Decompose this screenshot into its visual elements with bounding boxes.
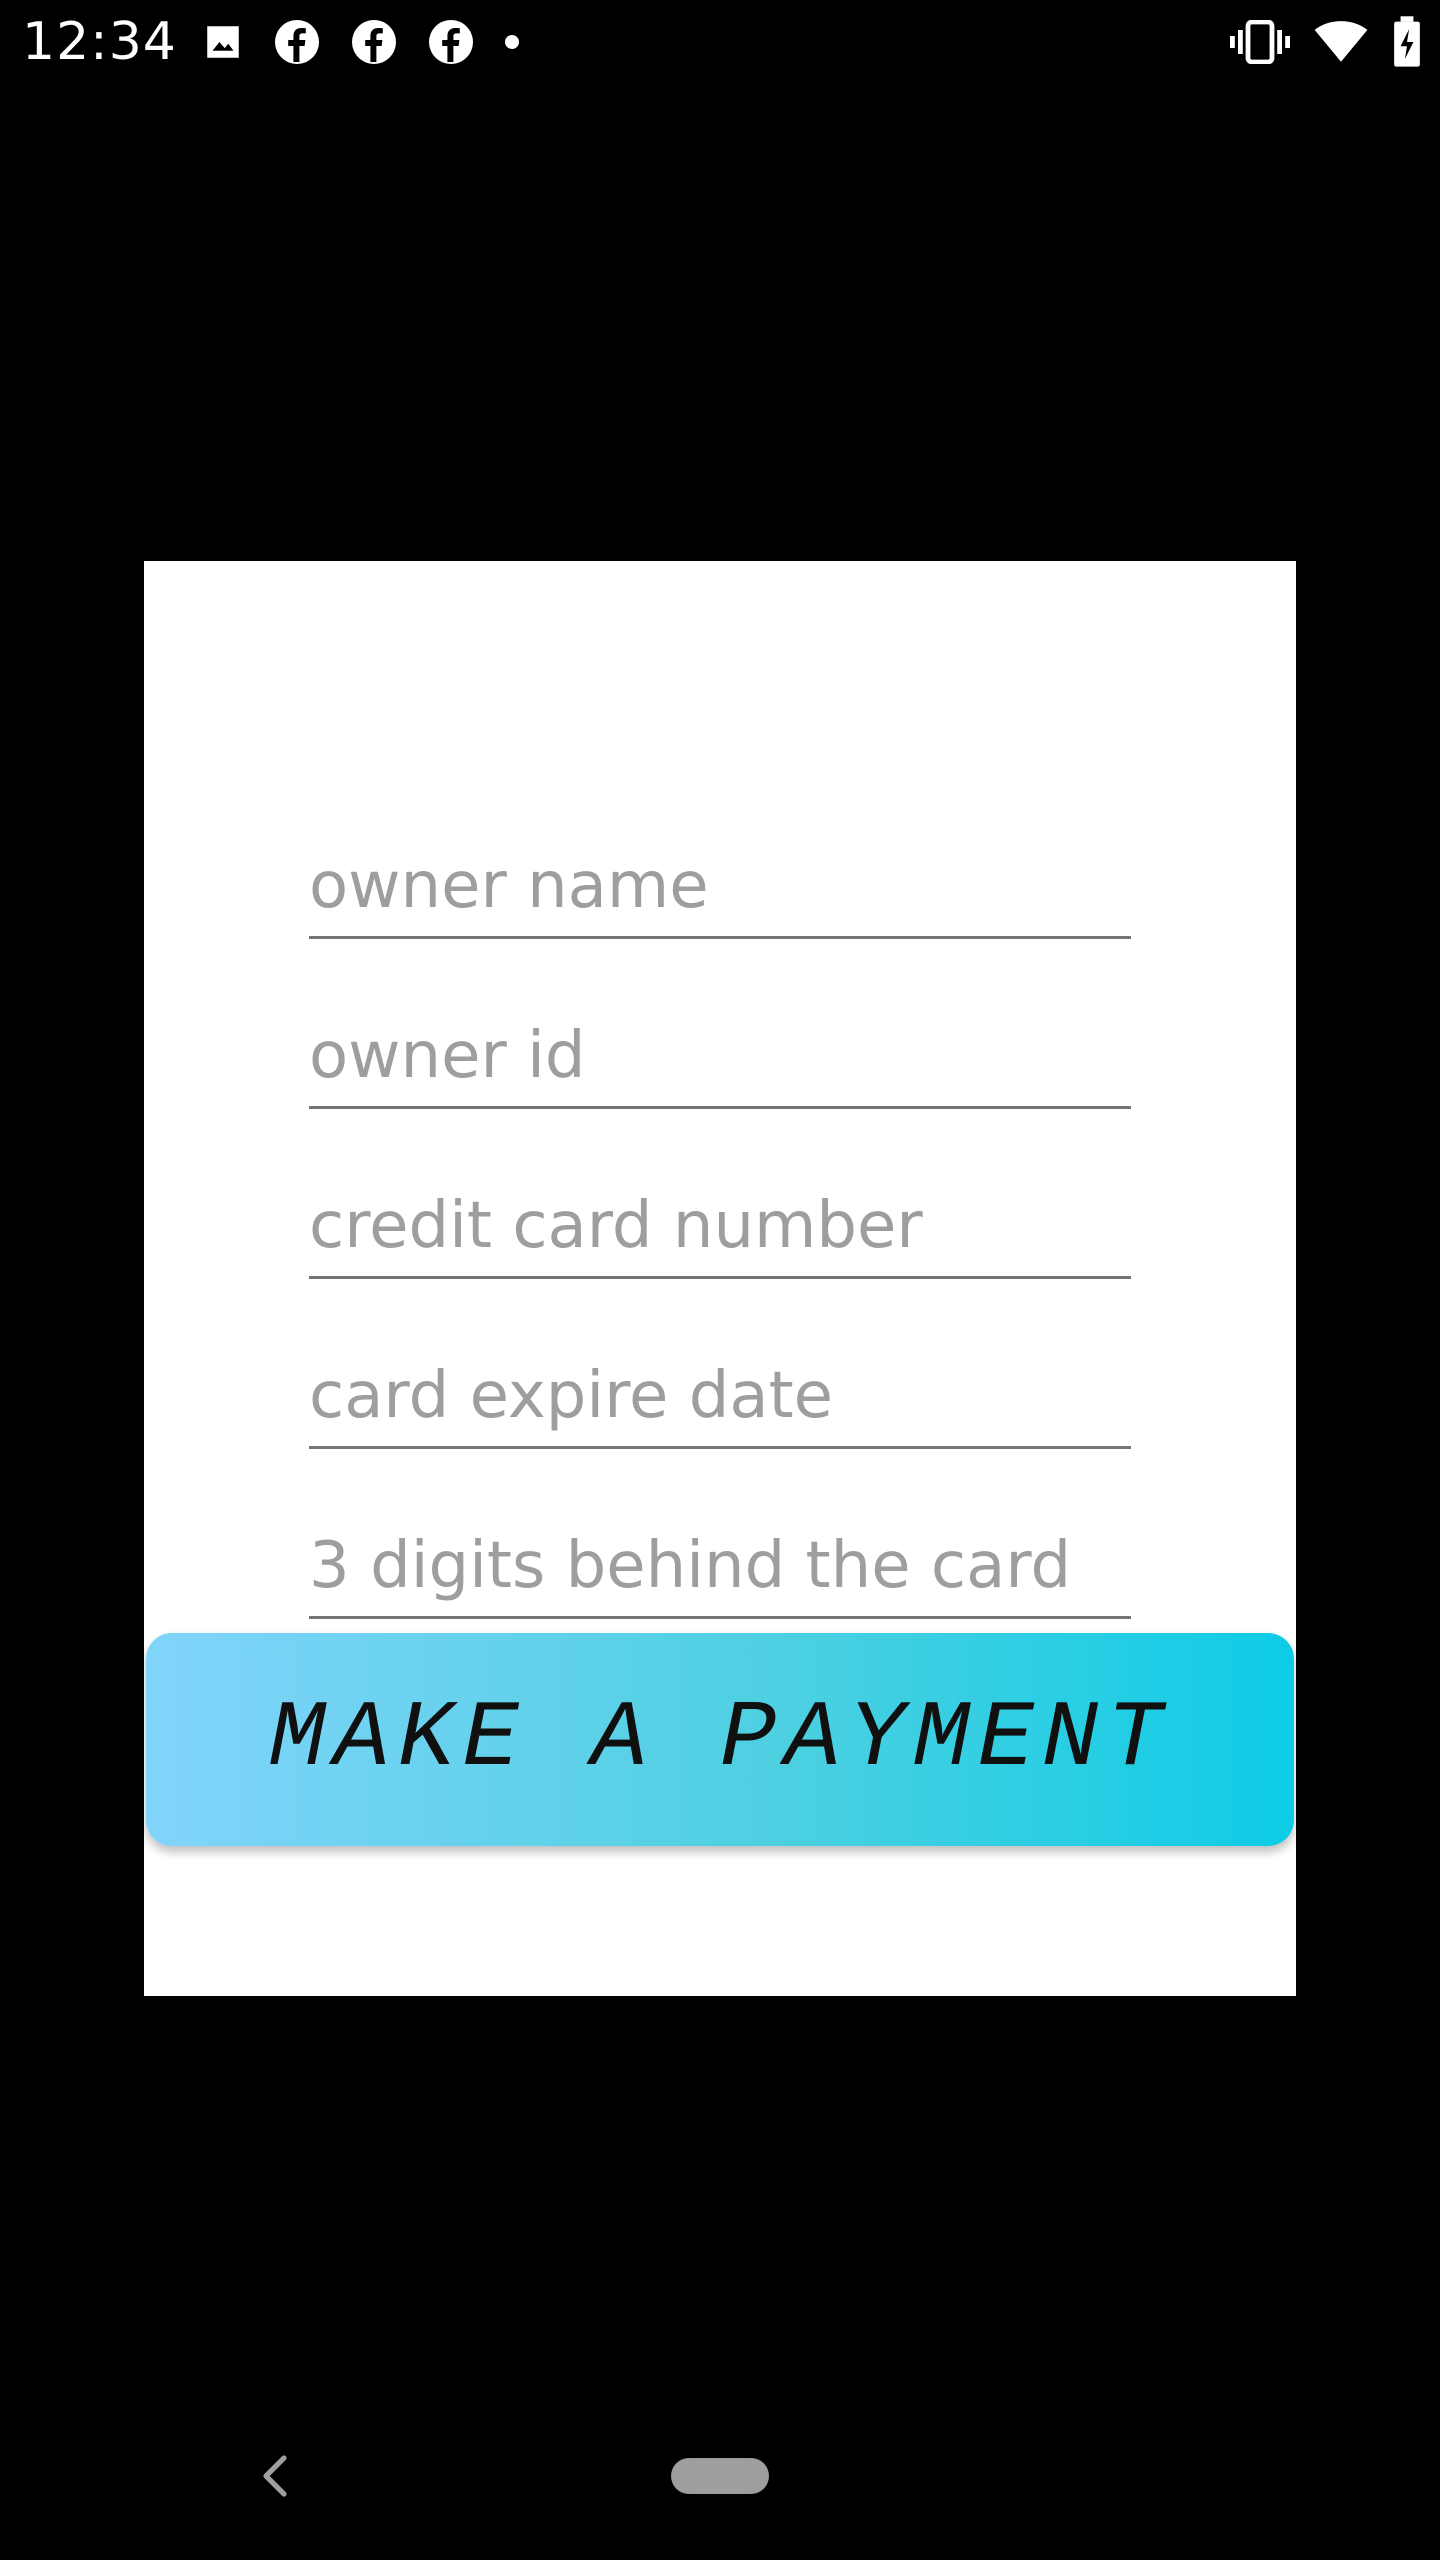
navigation-bar: [0, 2392, 1440, 2560]
payment-dialog: MAKE A PAYMENT: [144, 561, 1296, 1996]
make-payment-button[interactable]: MAKE A PAYMENT: [146, 1633, 1294, 1846]
cvv-field-container: [309, 1509, 1131, 1619]
expire-date-input[interactable]: [309, 1356, 1131, 1436]
cvv-input[interactable]: [309, 1526, 1131, 1606]
notification-icons: [202, 18, 520, 66]
owner-id-field-container: [309, 999, 1131, 1109]
facebook-icon: [273, 18, 321, 66]
card-number-field-container: [309, 1169, 1131, 1279]
make-payment-label: MAKE A PAYMENT: [269, 1686, 1171, 1793]
status-time: 12:34: [22, 12, 177, 72]
card-number-input[interactable]: [309, 1186, 1131, 1266]
owner-id-input[interactable]: [309, 1016, 1131, 1096]
battery-charging-icon: [1392, 16, 1422, 68]
owner-name-field-container: [309, 829, 1131, 939]
facebook-icon: [350, 18, 398, 66]
owner-name-input[interactable]: [309, 846, 1131, 926]
status-bar: 12:34: [0, 0, 1440, 84]
system-icons: [1230, 14, 1422, 70]
expire-date-field-container: [309, 1339, 1131, 1449]
vibrate-icon: [1230, 20, 1290, 64]
notification-dot-icon: [504, 34, 520, 50]
image-icon: [202, 21, 244, 63]
back-icon[interactable]: [258, 2454, 294, 2498]
facebook-icon: [427, 18, 475, 66]
home-pill-icon[interactable]: [671, 2458, 769, 2494]
wifi-icon: [1314, 20, 1368, 64]
